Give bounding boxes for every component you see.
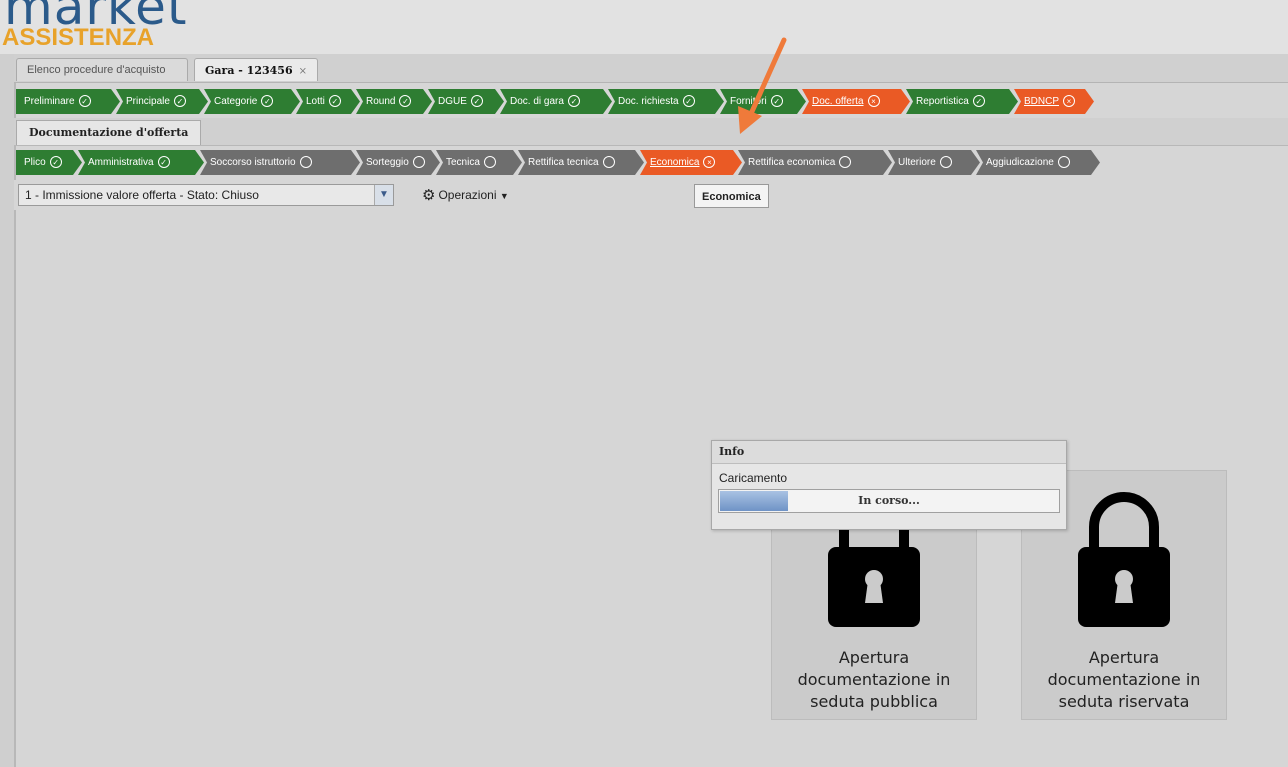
- tab-label: Elenco procedure d'acquisto: [27, 64, 166, 76]
- step-label: Categorie: [214, 96, 258, 107]
- empty-circle-icon: [300, 156, 312, 168]
- step-label: Principale: [126, 96, 170, 107]
- annotation-arrow-icon: [738, 37, 787, 134]
- progress-bar: In corso...: [718, 489, 1060, 513]
- step-label: Plico: [24, 157, 46, 168]
- step-label: Doc. di gara: [510, 96, 564, 107]
- step-label: Doc. richiesta: [618, 96, 679, 107]
- step-label: Round: [366, 96, 396, 107]
- check-circle-icon: ✓: [471, 95, 483, 107]
- step-label: Rettifica economica: [748, 157, 836, 168]
- step-label: Ulteriore: [898, 157, 936, 168]
- check-circle-icon: ✓: [973, 95, 985, 107]
- step-main-10[interactable]: Reportistica ✓: [906, 89, 1018, 114]
- cross-circle-icon: ×: [703, 156, 715, 168]
- step-main-0[interactable]: Preliminare ✓: [16, 89, 120, 114]
- step-label: Tecnica: [446, 157, 480, 168]
- section-tab-bar: Documentazione d'offerta: [14, 118, 1288, 146]
- check-circle-icon: ✓: [399, 95, 411, 107]
- phase-select[interactable]: 1 - Immissione valore offerta - Stato: C…: [18, 184, 394, 206]
- step-label: DGUE: [438, 96, 467, 107]
- gear-icon: ⚙: [422, 187, 436, 204]
- cross-circle-icon: ×: [1063, 95, 1075, 107]
- empty-circle-icon: [1058, 156, 1070, 168]
- empty-circle-icon: [413, 156, 425, 168]
- step-label: Lotti: [306, 96, 325, 107]
- step-sub-0[interactable]: Plico ✓: [16, 150, 82, 175]
- logo-subtitle: ASSISTENZA: [2, 24, 155, 51]
- tooltip: Economica: [694, 184, 769, 208]
- tab-documentazione-offerta[interactable]: Documentazione d'offerta: [16, 120, 202, 145]
- empty-circle-icon: [839, 156, 851, 168]
- app-logo: market ASSISTENZA: [0, 0, 1288, 54]
- tab-elenco-procedure[interactable]: Elenco procedure d'acquisto: [16, 58, 188, 81]
- step-sub-1[interactable]: Amministrativa ✓: [78, 150, 204, 175]
- step-sub-5[interactable]: Rettifica tecnica: [518, 150, 644, 175]
- info-dialog-message: Caricamento: [719, 471, 788, 485]
- check-circle-icon: ✓: [261, 95, 273, 107]
- step-main-6[interactable]: Doc. di gara ✓: [500, 89, 612, 114]
- check-circle-icon: ✓: [79, 95, 91, 107]
- step-main-5[interactable]: DGUE ✓: [428, 89, 504, 114]
- card-label: Apertura documentazione in seduta pubbli…: [797, 648, 951, 711]
- cross-circle-icon: ×: [868, 95, 880, 107]
- step-main-11[interactable]: BDNCP ×: [1014, 89, 1094, 114]
- operations-menu-button[interactable]: ⚙ Operazioni ▼: [422, 186, 509, 204]
- operations-label: Operazioni: [438, 188, 497, 202]
- sub-steps-bar: Plico ✓ Amministrativa ✓ Soccorso istruttori…: [14, 147, 1288, 177]
- progress-text: In corso...: [858, 494, 920, 507]
- step-label: Preliminare: [24, 96, 75, 107]
- caret-down-icon: ▼: [499, 191, 509, 201]
- empty-circle-icon: [603, 156, 615, 168]
- step-sub-6[interactable]: Economica ×: [640, 150, 742, 175]
- step-sub-2[interactable]: Soccorso istruttorio: [200, 150, 360, 175]
- step-label: Soccorso istruttorio: [210, 157, 296, 168]
- chevron-down-icon[interactable]: ▼: [374, 185, 393, 205]
- step-main-3[interactable]: Lotti ✓: [296, 89, 360, 114]
- check-circle-icon: ✓: [158, 156, 170, 168]
- check-circle-icon: ✓: [683, 95, 695, 107]
- step-main-9[interactable]: Doc. offerta ×: [802, 89, 910, 114]
- info-dialog: Info Caricamento In corso...: [711, 440, 1067, 530]
- tab-gara[interactable]: Gara - 123456 ×: [194, 58, 318, 81]
- card-label: Apertura documentazione in seduta riserv…: [1047, 648, 1201, 711]
- step-label: BDNCP: [1024, 96, 1060, 107]
- empty-circle-icon: [484, 156, 496, 168]
- step-main-7[interactable]: Doc. richiesta ✓: [608, 89, 724, 114]
- step-main-1[interactable]: Principale ✓: [116, 89, 208, 114]
- step-sub-4[interactable]: Tecnica: [436, 150, 522, 175]
- step-label: Aggiudicazione: [986, 157, 1054, 168]
- check-circle-icon: ✓: [50, 156, 62, 168]
- step-sub-9[interactable]: Aggiudicazione: [976, 150, 1100, 175]
- empty-circle-icon: [940, 156, 952, 168]
- step-sub-8[interactable]: Ulteriore: [888, 150, 980, 175]
- tab-bar: Elenco procedure d'acquisto Gara - 12345…: [14, 54, 1288, 83]
- step-label: Doc. offerta: [812, 96, 864, 107]
- step-label: Economica: [650, 157, 700, 168]
- check-circle-icon: ✓: [568, 95, 580, 107]
- step-label: Sorteggio: [366, 157, 409, 168]
- phase-select-value: 1 - Immissione valore offerta - Stato: C…: [25, 188, 259, 202]
- tab-label: Gara - 123456: [205, 64, 293, 77]
- step-sub-3[interactable]: Sorteggio: [356, 150, 440, 175]
- close-icon[interactable]: ×: [299, 66, 307, 77]
- toolbar: 1 - Immissione valore offerta - Stato: C…: [14, 180, 1288, 210]
- step-label: Amministrativa: [88, 157, 154, 168]
- step-main-2[interactable]: Categorie ✓: [204, 89, 300, 114]
- check-circle-icon: ✓: [329, 95, 341, 107]
- info-dialog-title: Info: [712, 441, 1066, 464]
- check-circle-icon: ✓: [174, 95, 186, 107]
- step-main-4[interactable]: Round ✓: [356, 89, 432, 114]
- main-steps-bar: Preliminare ✓ Principale ✓ Categorie ✓ Lotti ✓ R…: [14, 86, 1288, 116]
- step-label: Reportistica: [916, 96, 969, 107]
- lock-icon: [1078, 492, 1170, 627]
- step-sub-7[interactable]: Rettifica economica: [738, 150, 892, 175]
- step-label: Rettifica tecnica: [528, 157, 599, 168]
